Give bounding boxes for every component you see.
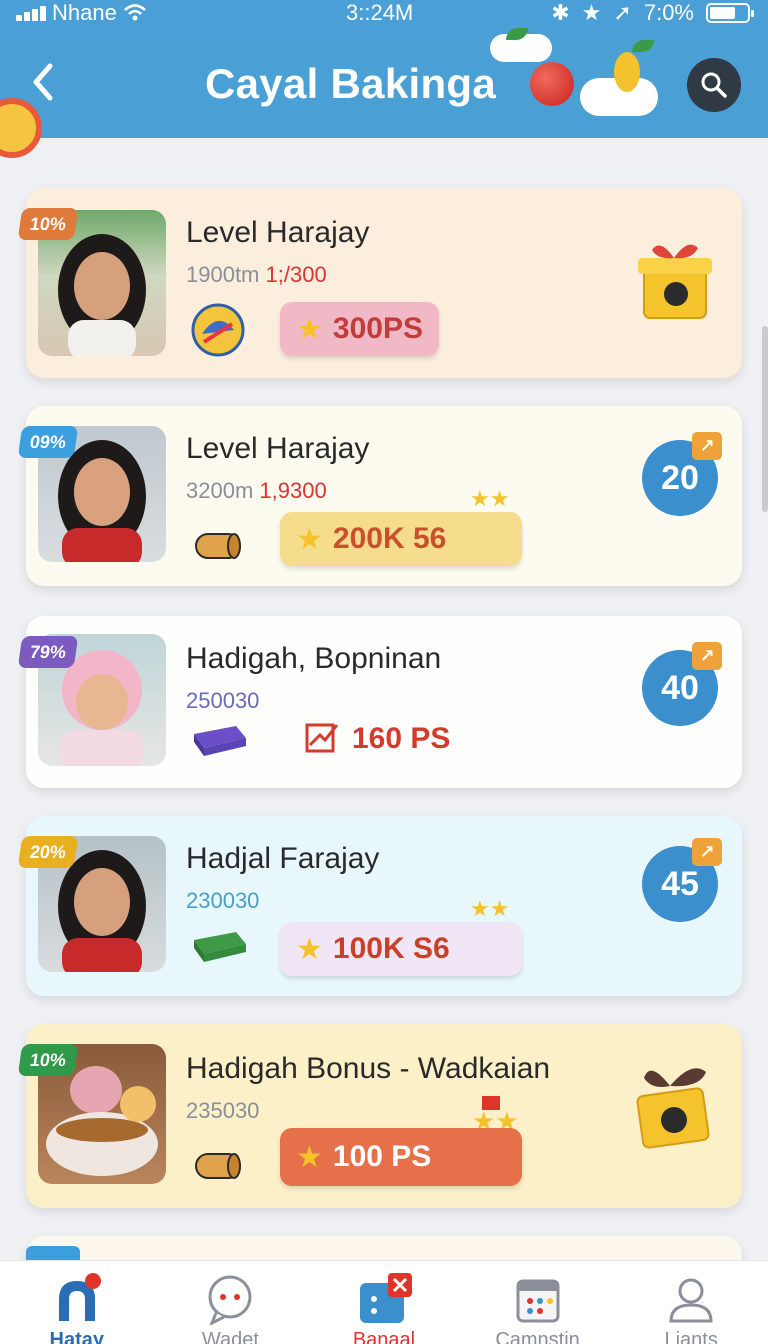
nav-label: Wadet [201,1329,259,1344]
reward-card[interactable]: 09% Level Harajay 3200m 1,9300 ★★ ★ 200K … [17,406,742,586]
card-subtitle: 3200m 1,9300 [186,478,327,503]
chat-icon [204,1273,256,1327]
star-icon: ★ [581,0,602,25]
percent-badge: 09% [17,426,79,458]
back-button[interactable] [28,62,68,108]
reward-list: 10% Level Harajay 1900tm 1;/300 ★ 300PS 0… [0,138,768,1260]
chart-up-icon [304,717,340,761]
level-badge[interactable]: 40 ↗ [642,642,722,726]
page-title: Cayal Bakinga [205,60,497,107]
percent-badge: 20% [17,836,79,868]
scroll-icon [190,516,246,572]
signal-icon [16,5,46,21]
reward-card[interactable]: 79% Hadigah, Bopninan 250030 160 PS 40 ↗ [17,616,742,788]
nav-label: Camnstin [495,1329,580,1344]
apple-decoration [530,62,574,106]
level-badge[interactable]: 45 ↗ [642,838,722,922]
badge-icon [190,302,246,358]
app-header: Nhane 3::24M ✱ ★ ➚ 7:0% Cayal Bakinga [0,0,768,158]
card-subtitle: 250030 [186,688,260,713]
star-icon: ★ [296,522,323,556]
card-subtitle: 1900tm 1;/300 [186,262,327,287]
arrow-icon: ↗ [692,838,722,866]
carrier-name: Nhane [52,0,117,25]
card-subtitle: 235030 [186,1098,260,1123]
battery-block-icon [190,720,246,776]
status-bar: Nhane 3::24M ✱ ★ ➚ 7:0% [0,0,768,28]
search-icon [701,72,727,98]
percent-badge: 10% [17,208,79,240]
points-pill: ★ 300PS [280,302,439,356]
reward-card[interactable] [26,1236,742,1260]
user-icon [665,1273,717,1325]
star-icon: ★ [296,932,323,966]
card-title: Hadigah Bonus - Wadkaian [186,1052,551,1085]
points-pill: ★ 200K 56 [280,512,522,566]
chevron-left-icon [33,63,53,101]
nav-label: Ljants [664,1329,718,1344]
nav-item-hatay[interactable]: Hatay [0,1261,154,1344]
card-title: Hadjal Farajay [186,842,380,875]
level-badge[interactable]: 20 ↗ [642,432,722,516]
battery-icon [706,3,754,23]
calendar-icon [512,1273,564,1325]
stars-icon: ★★ [470,896,510,921]
card-title: Level Harajay [186,216,370,249]
nav-item-ljants[interactable]: Ljants [614,1261,768,1344]
status-time: 3::24M [346,0,414,25]
card-subtitle: 230030 [186,888,260,913]
calculator-icon [358,1273,412,1325]
card-title: Level Harajay [186,432,370,465]
scroll-icon [190,1136,246,1192]
search-button[interactable] [687,58,741,112]
stars-icon: ★★ [470,486,510,511]
bluetooth-icon: ✱ [551,0,570,25]
nav-label: Banaal [352,1329,416,1344]
battery-block-icon [190,926,246,982]
mango-decoration [614,52,640,92]
nav-item-camnstin[interactable]: Camnstin [461,1261,615,1344]
card-title: Hadigah, Bopninan [186,642,442,675]
leaf-decoration [632,40,654,52]
percent-badge [26,1246,80,1260]
star-icon: ★ [296,312,323,346]
arrow-icon: ↗ [692,642,722,670]
location-icon: ➚ [613,0,632,25]
nav-item-wadet[interactable]: Wadet [154,1261,308,1344]
bottom-nav: Hatay Wadet Banaal Camnstin Ljants [0,1260,768,1344]
nav-item-banaal[interactable]: Banaal [307,1261,461,1344]
points-pill: 160 PS [288,712,466,766]
points-pill: ★ 100 PS [280,1128,522,1186]
gift-icon[interactable] [630,232,722,324]
percent-badge: 79% [17,636,79,668]
points-pill: ★ 100K S6 [280,922,522,976]
gift-icon[interactable] [630,1058,722,1150]
nav-label: Hatay [49,1329,105,1344]
wifi-icon [123,4,146,21]
arrow-icon: ↗ [692,432,722,460]
battery-percent: 7:0% [643,0,694,25]
reward-card[interactable]: 10% Level Harajay 1900tm 1;/300 ★ 300PS [17,188,742,378]
reward-card[interactable]: 20% Hadjal Farajay 230030 ★★ ★ 100K S6 45… [17,816,742,996]
reward-card[interactable]: 10% Hadigah Bonus - Wadkaian 235030 ★★ ★… [17,1024,742,1208]
star-icon: ★ [296,1140,323,1174]
magnet-icon [51,1273,103,1325]
scrollbar[interactable] [762,326,768,512]
percent-badge: 10% [17,1044,79,1076]
